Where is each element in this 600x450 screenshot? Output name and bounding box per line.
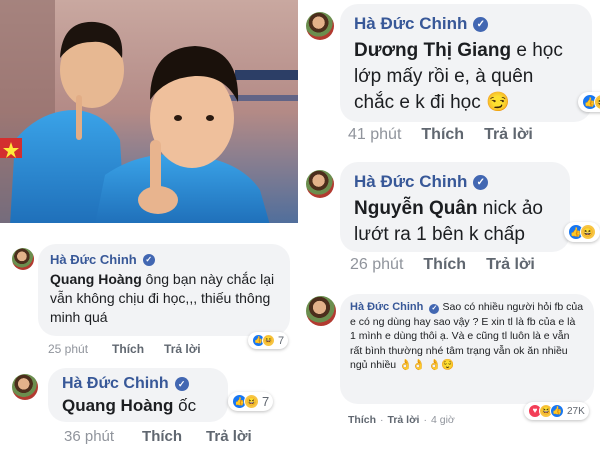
mention-link[interactable]: Nguyễn Quân <box>354 198 478 219</box>
verified-badge-icon: ✓ <box>429 304 440 314</box>
comment-bubble: Hà Đức Chinh ✓ Dương Thị Giang e học lớp… <box>340 4 592 122</box>
avatar[interactable] <box>306 170 334 198</box>
comment-time[interactable]: 25 phút <box>48 342 88 356</box>
comment-bubble: Hà Đức Chinh ✓ Nguyễn Quân nick ảo lướt … <box>340 162 570 252</box>
like-reaction-icon: 👍 <box>550 404 564 418</box>
reply-button[interactable]: Trả lời <box>486 256 535 274</box>
comment-time[interactable]: 4 giờ <box>431 414 455 426</box>
commenter-name[interactable]: Hà Đức Chinh <box>354 14 467 34</box>
comment-time[interactable]: 41 phút <box>348 126 401 144</box>
reply-button[interactable]: Trả lời <box>388 414 420 426</box>
like-button[interactable]: Thích <box>112 342 144 356</box>
mention-link[interactable]: Quang Hoàng <box>62 396 173 415</box>
like-button[interactable]: Thích <box>421 126 464 144</box>
avatar[interactable] <box>12 248 34 270</box>
mention-link[interactable]: Dương Thị Giang <box>354 40 511 61</box>
reaction-count: 7 <box>262 394 270 409</box>
avatar[interactable] <box>306 12 334 40</box>
commenter-name[interactable]: Hà Đức Chinh <box>354 172 467 192</box>
selfie-image <box>0 0 298 223</box>
comment-text: Quang Hoàng ông bạn này chắc lại vẫn khô… <box>50 270 278 327</box>
haha-reaction-icon: 😆 <box>580 224 596 240</box>
reaction-count: 7 <box>278 334 285 347</box>
comment-message: ốc <box>173 396 197 415</box>
reply-button[interactable]: Trả lời <box>206 428 252 445</box>
haha-reaction-icon: 😆 <box>244 394 259 409</box>
reply-button[interactable]: Trả lời <box>484 126 533 144</box>
comment-actions: 41 phút Thích Trả lời <box>348 126 533 144</box>
reaction-summary[interactable]: 👍 😆 7 <box>248 332 289 349</box>
comment-bubble: Hà Đức Chinh ✓ Quang Hoàng ốc <box>48 368 228 422</box>
commenter-name[interactable]: Hà Đức Chinh <box>62 375 169 393</box>
comment-time[interactable]: 36 phút <box>64 428 114 445</box>
comment-actions: 36 phút Thích Trả lời <box>64 428 252 445</box>
verified-badge-icon: ✓ <box>473 16 489 32</box>
reaction-summary[interactable]: 👍 😆 7 <box>228 392 274 411</box>
comment-1: Hà Đức Chinh ✓ Dương Thị Giang e học lớp… <box>302 0 600 150</box>
comment-4: Hà Đức Chinh ✓ Quang Hoàng ốc 👍 😆 7 36 p… <box>0 364 300 450</box>
avatar[interactable] <box>306 296 336 326</box>
comment-bubble: Hà Đức Chinh ✓ Sao có nhiều người hỏi fb… <box>340 294 594 404</box>
comment-text: Nguyễn Quân nick ảo lướt ra 1 bên k chấp <box>354 196 556 248</box>
comment-actions: 25 phút Thích Trả lời <box>48 342 201 356</box>
comment-actions: 26 phút Thích Trả lời <box>350 256 535 274</box>
reaction-summary[interactable]: ♥ 😆 👍 27K <box>524 402 589 420</box>
verified-badge-icon: ✓ <box>473 174 489 190</box>
comment-text: Quang Hoàng ốc <box>62 395 214 417</box>
comment-text: Hà Đức Chinh ✓ Sao có nhiều người hỏi fb… <box>350 300 584 373</box>
like-button[interactable]: Thích <box>348 414 376 426</box>
comment-3: Hà Đức Chinh ✓ Quang Hoàng ông bạn này c… <box>0 240 300 362</box>
reaction-summary[interactable]: 👍 😆 <box>564 222 600 242</box>
selfie-photo <box>0 0 300 225</box>
like-button[interactable]: Thích <box>142 428 182 445</box>
commenter-name[interactable]: Hà Đức Chinh <box>50 252 137 267</box>
verified-badge-icon: ✓ <box>174 377 189 391</box>
comment-2: Hà Đức Chinh ✓ Nguyễn Quân nick ảo lướt … <box>302 158 600 280</box>
comment-bubble: Hà Đức Chinh ✓ Quang Hoàng ông bạn này c… <box>38 244 290 336</box>
comment-actions: Thích · Trả lời · 4 giờ <box>348 414 455 426</box>
comment-text: Dương Thị Giang e học lớp mấy rồi e, à q… <box>354 38 578 116</box>
reaction-summary[interactable]: 👍 😆 <box>578 92 600 112</box>
avatar[interactable] <box>12 374 38 400</box>
mention-link[interactable]: Quang Hoàng <box>50 271 142 287</box>
haha-reaction-icon: 😆 <box>262 334 275 347</box>
comment-5: Hà Đức Chinh ✓ Sao có nhiều người hỏi fb… <box>302 290 600 450</box>
like-button[interactable]: Thích <box>423 256 466 274</box>
commenter-name[interactable]: Hà Đức Chinh <box>350 301 423 313</box>
verified-badge-icon: ✓ <box>142 253 155 266</box>
reaction-count: 27K <box>567 405 585 417</box>
reply-button[interactable]: Trả lời <box>164 342 201 356</box>
comment-time[interactable]: 26 phút <box>350 256 403 274</box>
